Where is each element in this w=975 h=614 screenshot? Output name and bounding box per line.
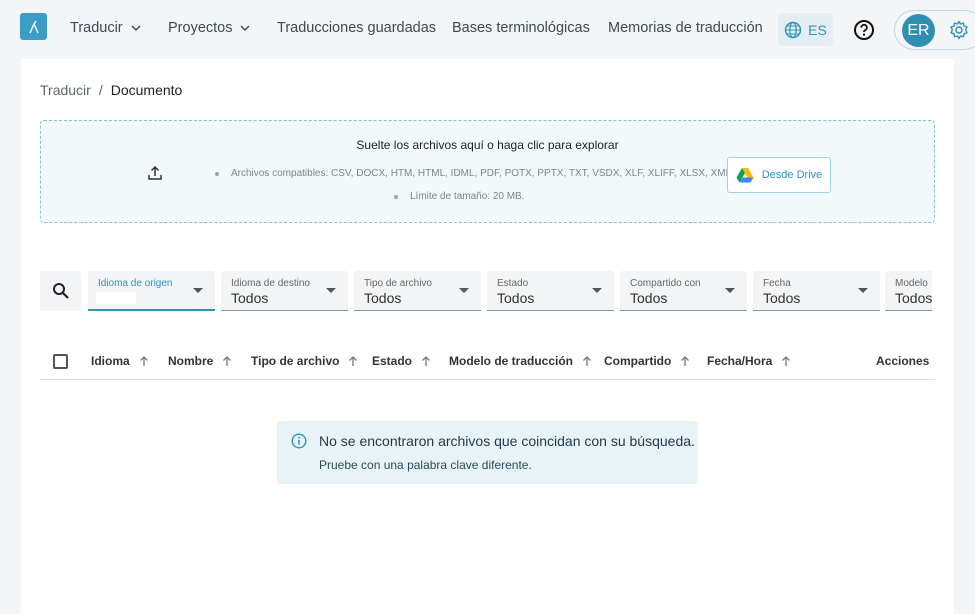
filter-label: Idioma de origen [98, 278, 173, 289]
filter-status[interactable]: Estado Todos [487, 271, 614, 311]
drive-button-label: Desde Drive [761, 169, 823, 181]
filter-value: Todos [364, 290, 402, 306]
formats-text: Archivos compatibles: CSV, DOCX, HTM, HT… [231, 168, 732, 179]
info-icon [291, 433, 307, 449]
nav-label: Traducir [70, 20, 123, 36]
caret-down-icon [592, 288, 602, 293]
column-label: Idioma [91, 354, 130, 368]
top-navigation: Traducir Proyectos Traducciones guardada… [0, 0, 975, 58]
dropzone-size-limit: Límite de tamaño: 20 MB. [394, 191, 525, 202]
filter-model-clip: Modelo Todos [885, 271, 932, 311]
drive-button[interactable]: Desde Drive [727, 157, 831, 193]
gear-icon[interactable] [949, 20, 969, 40]
caret-down-icon [459, 288, 469, 293]
filter-value-empty [96, 292, 136, 304]
nav-label: Proyectos [168, 20, 233, 36]
filter-source-language[interactable]: Idioma de origen [88, 271, 215, 311]
app-logo[interactable] [20, 13, 47, 40]
filter-value: Todos [497, 290, 535, 306]
column-label: Fecha/Hora [707, 354, 773, 368]
filter-value: Todos [895, 290, 932, 306]
filter-date[interactable]: Fecha Todos [753, 271, 880, 311]
nav-traducciones-guardadas[interactable]: Traducciones guardadas [277, 20, 436, 36]
user-menu[interactable]: ER [894, 10, 975, 50]
breadcrumb-separator: / [98, 82, 103, 98]
filter-label: Tipo de archivo [364, 278, 432, 289]
bullet [215, 171, 219, 176]
caret-down-icon [326, 288, 336, 293]
caret-down-icon [858, 288, 868, 293]
nav-label: Memorias de traducción [608, 20, 763, 36]
filter-model[interactable]: Modelo Todos [885, 271, 932, 311]
column-label: Estado [372, 354, 413, 368]
sort-arrow-up-icon [681, 356, 690, 366]
filter-value: Todos [231, 290, 269, 306]
filter-label: Compartido con [630, 278, 701, 289]
main-content: Traducir / Documento Suelte los archivos… [21, 59, 954, 614]
sort-arrow-up-icon [782, 356, 791, 366]
sort-arrow-up-icon [223, 356, 232, 366]
chevron-down-icon [131, 25, 141, 32]
breadcrumb-current: Documento [110, 82, 183, 98]
filter-value: Todos [763, 290, 801, 306]
filter-label: Fecha [763, 278, 791, 289]
column-nombre[interactable]: Nombre [168, 354, 233, 368]
search-button[interactable] [40, 271, 81, 311]
file-dropzone[interactable]: Suelte los archivos aquí o haga clic par… [40, 120, 935, 223]
sort-arrow-up-icon [349, 356, 358, 366]
avatar[interactable]: ER [902, 14, 935, 47]
bullet [394, 194, 398, 199]
sort-arrow-up-icon [583, 356, 591, 366]
column-tipo-archivo[interactable]: Tipo de archivo [251, 354, 359, 368]
filter-value: Todos [630, 290, 668, 306]
column-label: Compartido [604, 354, 672, 368]
lambda-icon [28, 20, 39, 33]
nav-label: Bases terminológicas [452, 20, 590, 36]
sort-arrow-up-icon [422, 356, 430, 366]
help-icon[interactable] [853, 19, 875, 41]
user-initials: ER [907, 21, 930, 39]
column-acciones: Acciones [876, 354, 929, 368]
breadcrumb: Traducir / Documento [40, 82, 182, 98]
language-code: ES [808, 21, 827, 38]
filter-label: Idioma de destino [231, 278, 310, 289]
caret-down-icon [193, 288, 203, 293]
filter-shared-with[interactable]: Compartido con Todos [620, 271, 747, 311]
select-all-checkbox[interactable] [53, 354, 68, 369]
dropzone-formats: Archivos compatibles: CSV, DOCX, HTM, HT… [215, 168, 731, 179]
breadcrumb-parent[interactable]: Traducir [40, 82, 91, 98]
column-estado[interactable]: Estado [372, 354, 432, 368]
column-idioma[interactable]: Idioma [91, 354, 150, 368]
language-selector[interactable]: ES [778, 13, 833, 46]
filter-label: Estado [497, 278, 529, 289]
filter-label: Modelo [895, 278, 928, 289]
nav-traducir[interactable]: Traducir [70, 20, 143, 36]
nav-memorias-traduccion[interactable]: Memorias de traducción [608, 20, 763, 36]
column-fecha-hora[interactable]: Fecha/Hora [707, 354, 792, 368]
column-compartido[interactable]: Compartido [604, 354, 691, 368]
search-icon [52, 283, 69, 299]
filter-target-language[interactable]: Idioma de destino Todos [221, 271, 348, 311]
column-label: Modelo de traducción [449, 354, 574, 368]
empty-subtitle: Pruebe con una palabra clave diferente. [319, 458, 532, 472]
column-label: Tipo de archivo [251, 354, 340, 368]
nav-bases-terminologicas[interactable]: Bases terminológicas [452, 20, 590, 36]
google-drive-icon [736, 168, 754, 183]
column-label: Nombre [168, 354, 214, 368]
filter-file-type[interactable]: Tipo de archivo Todos [354, 271, 481, 311]
chevron-down-icon [240, 25, 251, 32]
nav-label: Traducciones guardadas [277, 20, 437, 36]
upload-icon [148, 165, 162, 180]
size-limit-text: Límite de tamaño: 20 MB. [410, 191, 525, 202]
dropzone-title: Suelte los archivos aquí o haga clic par… [356, 138, 619, 152]
column-modelo-traduccion[interactable]: Modelo de traducción [449, 354, 593, 368]
column-label: Acciones [876, 354, 930, 368]
table-header: Idioma Nombre Tipo de archivo Estado Mod… [40, 342, 935, 380]
globe-icon [784, 21, 802, 38]
nav-proyectos[interactable]: Proyectos [168, 20, 252, 36]
empty-results-notice: No se encontraron archivos que coincidan… [277, 421, 698, 484]
caret-down-icon [725, 288, 735, 293]
empty-title: No se encontraron archivos que coincidan… [319, 433, 695, 449]
sort-arrow-up-icon [139, 356, 148, 366]
